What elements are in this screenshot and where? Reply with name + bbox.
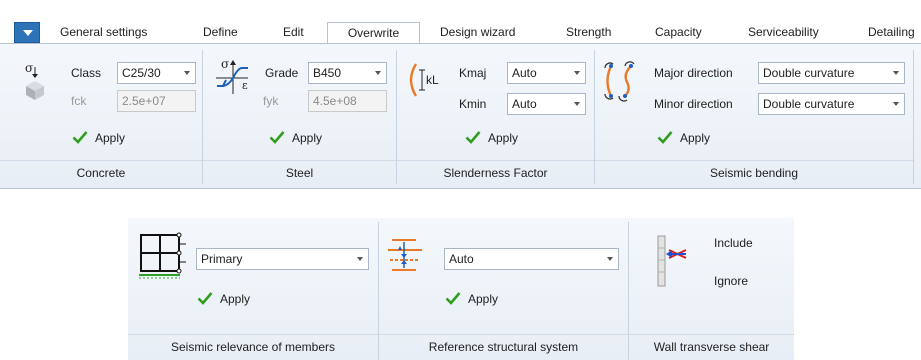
seismic-bending-apply-label: Apply — [680, 131, 711, 145]
tab-strength[interactable]: Strength — [566, 22, 611, 43]
tab-general-settings[interactable]: General settings — [60, 22, 147, 43]
chevron-down-icon — [375, 71, 381, 75]
tab-capacity[interactable]: Capacity — [655, 22, 702, 43]
slenderness-kmaj-value: Auto — [512, 66, 537, 80]
concrete-apply-label: Apply — [95, 131, 126, 145]
slenderness-kmin-value: Auto — [512, 97, 537, 111]
wall-shear-include-option[interactable]: Include — [714, 236, 753, 250]
tab-define[interactable]: Define — [203, 22, 238, 43]
wall-shear-icon — [648, 230, 690, 290]
tab-edit[interactable]: Edit — [283, 22, 304, 43]
slenderness-kmin-label: Kmin — [459, 97, 487, 111]
reference-system-icon — [386, 234, 428, 278]
concrete-stress-icon: σ — [22, 60, 52, 100]
seismic-major-direction-select[interactable]: Double curvature — [758, 62, 905, 84]
seismic-bending-apply-button[interactable]: Apply — [657, 129, 710, 147]
slenderness-kmaj-select[interactable]: Auto — [507, 62, 586, 84]
group-label-slenderness: Slenderness Factor — [397, 160, 594, 185]
wall-shear-ignore-option[interactable]: Ignore — [714, 274, 748, 288]
tab-detailing[interactable]: Detailing — [868, 22, 915, 43]
concrete-fck-label: fck — [71, 94, 87, 108]
seismic-relevance-value: Primary — [201, 252, 243, 266]
seismic-minor-direction-select[interactable]: Double curvature — [758, 93, 905, 115]
slenderness-column-icon: kL — [404, 60, 450, 100]
steel-apply-label: Apply — [292, 131, 323, 145]
steel-fyk-field: 4.5e+08 — [308, 90, 387, 112]
slenderness-apply-label: Apply — [488, 131, 519, 145]
chevron-down-icon — [574, 71, 580, 75]
tab-design-wizard[interactable]: Design wizard — [440, 22, 515, 43]
steel-fyk-label: fyk — [263, 94, 279, 108]
group-separator — [913, 50, 914, 184]
group-label-seismic-bending: Seismic bending — [595, 160, 913, 185]
application-menu-button[interactable] — [14, 22, 40, 43]
group-label-reference-system: Reference structural system — [379, 334, 628, 359]
checkmark-icon — [269, 131, 285, 144]
svg-text:kL: kL — [426, 73, 439, 87]
chevron-down-icon — [893, 71, 899, 75]
concrete-class-label: Class — [71, 66, 102, 80]
checkmark-icon — [72, 131, 88, 144]
concrete-class-select[interactable]: C25/30 — [117, 62, 196, 84]
tab-serviceability[interactable]: Serviceability — [748, 22, 819, 43]
seismic-bending-icon — [601, 58, 641, 104]
steel-grade-value: B450 — [313, 66, 342, 80]
svg-text:σ: σ — [221, 57, 229, 71]
seismic-major-direction-value: Double curvature — [763, 66, 855, 80]
slenderness-apply-button[interactable]: Apply — [465, 129, 518, 147]
seismic-relevance-apply-label: Apply — [220, 292, 251, 306]
svg-text:ε: ε — [242, 79, 248, 92]
concrete-apply-button[interactable]: Apply — [72, 129, 125, 147]
reference-system-select[interactable]: Auto — [444, 248, 619, 270]
steel-stress-strain-icon: σ ε — [214, 56, 264, 96]
svg-text:σ: σ — [25, 61, 33, 75]
reference-system-apply-label: Apply — [468, 292, 499, 306]
checkmark-icon — [657, 131, 673, 144]
chevron-down-icon — [23, 30, 33, 36]
seismic-relevance-apply-button[interactable]: Apply — [197, 290, 250, 308]
reference-system-value: Auto — [449, 252, 474, 266]
seismic-relevance-select[interactable]: Primary — [196, 248, 369, 270]
seismic-minor-direction-value: Double curvature — [763, 97, 855, 111]
group-label-concrete: Concrete — [0, 160, 202, 185]
group-label-seismic-relevance: Seismic relevance of members — [128, 334, 378, 359]
concrete-fck-field: 2.5e+07 — [117, 90, 196, 112]
checkmark-icon — [445, 292, 461, 305]
seismic-minor-direction-label: Minor direction — [654, 97, 733, 111]
chevron-down-icon — [607, 257, 613, 261]
checkmark-icon — [197, 292, 213, 305]
chevron-down-icon — [893, 102, 899, 106]
frame-members-icon — [138, 230, 188, 282]
seismic-major-direction-label: Major direction — [654, 66, 733, 80]
concrete-class-value: C25/30 — [122, 66, 161, 80]
slenderness-kmaj-label: Kmaj — [459, 66, 487, 80]
tab-overwrite[interactable]: Overwrite — [327, 22, 420, 44]
chevron-down-icon — [184, 71, 190, 75]
steel-grade-select[interactable]: B450 — [308, 62, 387, 84]
chevron-down-icon — [357, 257, 363, 261]
steel-apply-button[interactable]: Apply — [269, 129, 322, 147]
reference-system-apply-button[interactable]: Apply — [445, 290, 498, 308]
group-label-wall-shear: Wall transverse shear — [629, 334, 794, 359]
group-label-steel: Steel — [203, 160, 396, 185]
checkmark-icon — [465, 131, 481, 144]
slenderness-kmin-select[interactable]: Auto — [507, 93, 586, 115]
chevron-down-icon — [574, 102, 580, 106]
steel-grade-label: Grade — [265, 66, 299, 80]
